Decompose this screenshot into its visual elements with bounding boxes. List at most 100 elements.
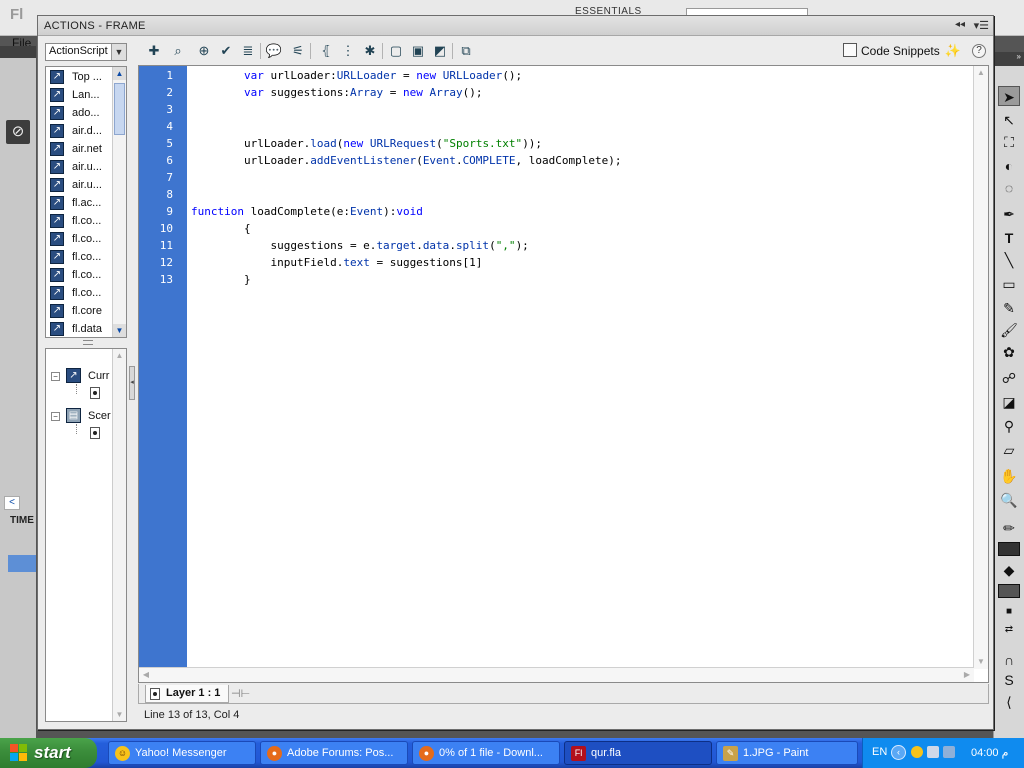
toolbox-item[interactable]: ↗ air.net <box>46 140 112 158</box>
default-colors-icon[interactable]: ■ <box>998 602 1020 622</box>
auto-format-icon[interactable]: ≣ <box>238 41 258 61</box>
apply-block-comment-icon[interactable]: ▢ <box>386 41 406 61</box>
code-line[interactable]: urlLoader.addEventListener(Event.COMPLET… <box>191 154 622 171</box>
start-button[interactable]: start <box>0 738 97 768</box>
swap-colors-icon[interactable]: ⇄ <box>998 620 1020 640</box>
collapse-selection-icon[interactable]: ⋮ <box>338 41 358 61</box>
free-transform-tool-icon[interactable]: ⛶ <box>998 132 1020 152</box>
smooth-icon[interactable]: S <box>998 670 1020 690</box>
chevron-down-icon[interactable]: ▼ <box>111 44 126 60</box>
scroll-up-icon[interactable]: ▲ <box>113 349 126 362</box>
find-icon[interactable]: ⌕ <box>168 41 188 61</box>
code-line[interactable]: var urlLoader:URLLoader = new URLLoader(… <box>191 69 522 86</box>
scroll-down-icon[interactable]: ▼ <box>113 324 126 337</box>
frame-icon[interactable] <box>90 387 100 399</box>
stroke-color-swatch[interactable] <box>998 542 1020 556</box>
code-line[interactable]: var suggestions:Array = new Array(); <box>191 86 482 103</box>
toolbox-item[interactable]: ↗ fl.data <box>46 320 112 337</box>
debug-options-icon[interactable]: ⚟ <box>288 41 308 61</box>
deco-tool-icon[interactable]: ✿ <box>998 342 1020 362</box>
scroll-up-icon[interactable]: ▲ <box>113 67 126 80</box>
toolbox-splitter[interactable] <box>45 340 127 346</box>
pencil-tool-icon[interactable]: ✎ <box>998 298 1020 318</box>
scroll-down-icon[interactable]: ▼ <box>974 655 988 669</box>
messenger-tray-icon[interactable] <box>911 746 923 758</box>
show-hide-toolbox-icon[interactable]: ⧉ <box>456 41 476 61</box>
taskbar-item-qur-fla[interactable]: Fl qur.fla <box>564 741 712 765</box>
script-language-select[interactable]: ActionScript ▼ <box>45 43 127 61</box>
script-assist-wand-icon[interactable]: ✨ <box>944 41 962 61</box>
expand-all-icon[interactable]: ✱ <box>360 41 380 61</box>
toolbox-item[interactable]: ↗ Lan... <box>46 86 112 104</box>
check-syntax-icon[interactable]: ✔ <box>216 41 236 61</box>
toolbox-item[interactable]: ↗ fl.co... <box>46 248 112 266</box>
stroke-color-icon[interactable]: ✏ <box>998 518 1020 538</box>
toolbox-item[interactable]: ↗ air.d... <box>46 122 112 140</box>
actions-panel-titlebar[interactable]: ACTIONS - FRAME ◂◂ ▾☰ <box>38 16 993 36</box>
subselection-tool-icon[interactable]: ↖ <box>998 110 1020 130</box>
code-line[interactable]: { <box>191 222 251 239</box>
line-tool-icon[interactable]: ╲ <box>998 250 1020 270</box>
zoom-tool-icon[interactable]: 🔍 <box>998 490 1020 510</box>
show-hidden-icons-icon[interactable]: ‹ <box>891 745 906 760</box>
taskbar-item-downloads[interactable]: ● 0% of 1 file - Downl... <box>412 741 560 765</box>
code-line[interactable]: } <box>191 273 251 290</box>
taskbar-item-adobe-forums[interactable]: ● Adobe Forums: Pos... <box>260 741 408 765</box>
frame-icon[interactable] <box>90 427 100 439</box>
toolbox-item[interactable]: ↗ fl.co... <box>46 230 112 248</box>
language-indicator[interactable]: EN <box>872 746 887 758</box>
taskbar-item-yahoo-messenger[interactable]: ☺ Yahoo! Messenger <box>108 741 256 765</box>
code-line[interactable]: urlLoader.load(new URLRequest("Sports.tx… <box>191 137 542 154</box>
clock[interactable]: 04:00 م <box>971 746 1008 759</box>
scroll-left-icon[interactable]: ◀ <box>139 668 153 682</box>
toolbox-item[interactable]: ↗ fl.core <box>46 302 112 320</box>
pin-script-icon[interactable]: ⊣⊢ <box>231 687 250 700</box>
motion-editor-icon[interactable]: ⊘ <box>6 120 30 144</box>
volume-tray-icon[interactable] <box>943 746 955 758</box>
collapse-icon[interactable]: − <box>51 412 60 421</box>
script-nav-current-selection[interactable]: − ↗ Curr <box>46 367 112 385</box>
snap-to-objects-icon[interactable]: ∩ <box>998 650 1020 670</box>
collapse-between-braces-icon[interactable]: ⦃ <box>316 41 336 61</box>
timeline-tab[interactable]: TIME <box>10 515 34 526</box>
toolbox-item[interactable]: ↗ Top ... <box>46 68 112 86</box>
toolbox-item[interactable]: ↗ air.u... <box>46 158 112 176</box>
eyedropper-tool-icon[interactable]: ⚲ <box>998 416 1020 436</box>
code-line[interactable]: suggestions = e.target.data.split(","); <box>191 239 528 256</box>
scroll-up-icon[interactable]: ▲ <box>974 66 988 80</box>
fill-color-icon[interactable]: ◆ <box>998 560 1020 580</box>
actions-panel-window[interactable]: ACTIONS - FRAME ◂◂ ▾☰ ActionScript ▼ ↗ To… <box>37 15 994 730</box>
text-tool-icon[interactable]: T <box>998 228 1020 248</box>
network-tray-icon[interactable] <box>927 746 939 758</box>
selection-tool-icon[interactable]: ➤ <box>998 86 1020 106</box>
rectangle-tool-icon[interactable]: ▭ <box>998 274 1020 294</box>
collapse-to-icons-icon[interactable]: ◂◂ <box>955 19 965 30</box>
remove-comment-icon[interactable]: ◩ <box>430 41 450 61</box>
editor-vertical-scrollbar[interactable]: ▲ ▼ <box>973 66 988 669</box>
help-icon[interactable]: ? <box>972 44 986 58</box>
script-nav-scene[interactable]: − ▤ Scer <box>46 407 112 425</box>
apply-line-comment-icon[interactable]: ▣ <box>408 41 428 61</box>
toolbox-item[interactable]: ↗ fl.ac... <box>46 194 112 212</box>
show-code-hint-icon[interactable]: 💬 <box>264 41 284 61</box>
3d-rotation-tool-icon[interactable]: ◐ <box>998 156 1020 176</box>
toolbox-item[interactable]: ↗ ado... <box>46 104 112 122</box>
code-snippets-button[interactable]: Code Snippets <box>843 41 940 61</box>
collapse-icon[interactable]: − <box>51 372 60 381</box>
script-editor[interactable]: 1 2 3 4 5 6 7 8 9 10 11 12 13 var urlLoader:URLLoade… <box>138 65 989 683</box>
scroll-left-icon[interactable]: < <box>4 496 20 510</box>
code-line[interactable]: function loadComplete(e:Event):void <box>191 205 423 222</box>
fill-color-swatch[interactable] <box>998 584 1020 598</box>
eraser-tool-icon[interactable]: ▱ <box>998 440 1020 460</box>
collapse-toolbox-icon[interactable]: ◂ <box>129 366 135 400</box>
toolbox-item[interactable]: ↗ fl.co... <box>46 284 112 302</box>
straighten-icon[interactable]: ⟨ <box>998 692 1020 712</box>
scroll-thumb[interactable] <box>114 83 125 135</box>
taskbar-item-paint[interactable]: ✎ 1.JPG - Paint <box>716 741 858 765</box>
toolbox-item[interactable]: ↗ fl.co... <box>46 266 112 284</box>
pen-tool-icon[interactable]: ✒ <box>998 204 1020 224</box>
toolbox-item[interactable]: ↗ air.u... <box>46 176 112 194</box>
panel-splitter[interactable]: ◂ <box>129 66 137 726</box>
script-navigator-scrollbar[interactable]: ▲ ▼ <box>112 349 126 721</box>
timeline-selected-frame[interactable] <box>8 555 36 572</box>
